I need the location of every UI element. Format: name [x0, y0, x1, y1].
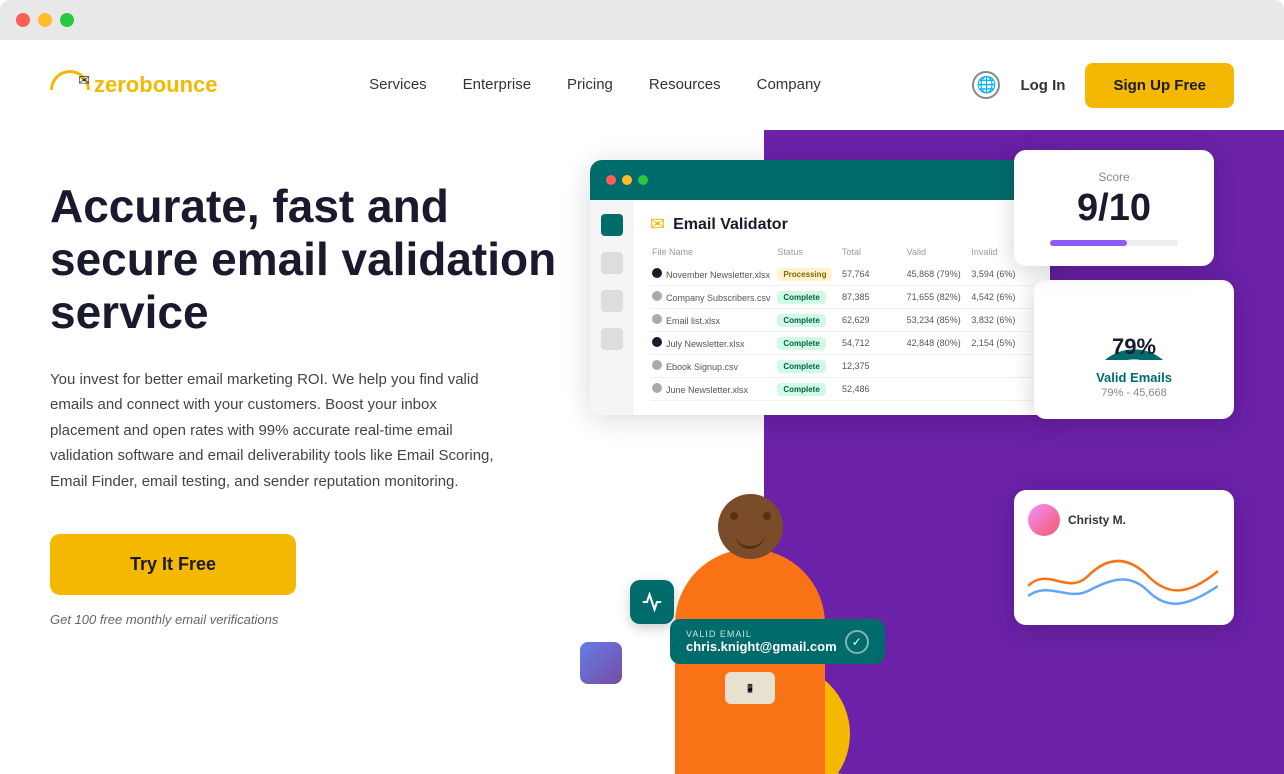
- globe-icon[interactable]: 🌐: [972, 71, 1000, 99]
- navbar: ✉ zerobounce Services Enterprise Pricing…: [0, 40, 1284, 130]
- gauge-text: 79%: [1084, 334, 1184, 360]
- valid-email-tag: VALID EMAIL chris.knight@gmail.com ✓: [670, 619, 885, 664]
- valid-emails-label: Valid Emails: [1054, 370, 1214, 385]
- person-head: [718, 494, 783, 559]
- signup-button[interactable]: Sign Up Free: [1085, 63, 1234, 108]
- wave-card: Christy M.: [1014, 490, 1234, 625]
- nav-links: Services Enterprise Pricing Resources Co…: [369, 76, 821, 94]
- close-button[interactable]: [16, 13, 30, 27]
- try-free-button[interactable]: Try It Free: [50, 534, 296, 595]
- hero-right: Score 9/10: [570, 160, 1234, 774]
- window-dot-green: [638, 175, 648, 185]
- ev-main: ✉ Email Validator File Name Status Total…: [634, 200, 1050, 415]
- wave-avatar: Christy M.: [1028, 504, 1220, 536]
- logo-icon: ✉: [50, 70, 90, 100]
- score-label: Score: [1034, 170, 1194, 184]
- hero-description: You invest for better email marketing RO…: [50, 367, 510, 495]
- score-card: Score 9/10: [1014, 150, 1214, 266]
- sidebar-icon-1: [601, 214, 623, 236]
- nav-company[interactable]: Company: [757, 76, 821, 93]
- table-row: Ebook Signup.csv Complete 12,375: [650, 355, 1034, 378]
- email-validator-card: ✉ Email Validator File Name Status Total…: [590, 160, 1050, 415]
- score-bar: [1050, 240, 1178, 246]
- maximize-button[interactable]: [60, 13, 74, 27]
- table-row: July Newsletter.xlsx Complete 54,712 42,…: [650, 332, 1034, 355]
- percent-card: 79% Valid Emails 79% - 45,668: [1034, 280, 1234, 419]
- window-dot-red: [606, 175, 616, 185]
- purple-wave-decoration: [1034, 674, 1234, 774]
- table-header: File Name Status Total Valid Invalid: [650, 247, 1034, 257]
- nav-right: 🌐 Log In Sign Up Free: [972, 63, 1234, 108]
- score-value: 9/10: [1034, 188, 1194, 230]
- hero-left: Accurate, fast and secure email validati…: [50, 160, 570, 629]
- valid-check-icon: ✓: [845, 630, 869, 654]
- hero-title: Accurate, fast and secure email validati…: [50, 180, 570, 339]
- ev-sidebar: [590, 200, 634, 415]
- nav-pricing[interactable]: Pricing: [567, 76, 613, 93]
- sidebar-icon-4: [601, 328, 623, 350]
- table-row: June Newsletter.xlsx Complete 52,486: [650, 378, 1034, 401]
- logo-plane-icon: ✉: [78, 72, 90, 89]
- table-row: Email list.xlsx Complete 62,629 53,234 (…: [650, 309, 1034, 332]
- wave-chart: [1028, 546, 1218, 606]
- table-row: November Newsletter.xlsx Processing 57,7…: [650, 263, 1034, 286]
- envelope-icon: ✉: [650, 214, 665, 235]
- ev-title: Email Validator: [673, 216, 788, 234]
- free-note: Get 100 free monthly email verifications: [50, 612, 278, 627]
- website: ✉ zerobounce Services Enterprise Pricing…: [0, 40, 1284, 774]
- nav-resources[interactable]: Resources: [649, 76, 721, 93]
- avatar-image: [1028, 504, 1060, 536]
- score-bar-fill: [1050, 240, 1127, 246]
- profile-thumbnail: [580, 642, 622, 684]
- logo[interactable]: ✉ zerobounce: [50, 70, 217, 100]
- nav-services[interactable]: Services: [369, 76, 427, 93]
- card-header: [590, 160, 1050, 200]
- hero-section: Accurate, fast and secure email validati…: [0, 130, 1284, 774]
- card-body: ✉ Email Validator File Name Status Total…: [590, 200, 1050, 415]
- person-name: Christy M.: [1068, 513, 1126, 527]
- ev-title-row: ✉ Email Validator: [650, 214, 1034, 235]
- window-dot-yellow: [622, 175, 632, 185]
- sidebar-icon-3: [601, 290, 623, 312]
- logo-text: zerobounce: [94, 72, 217, 98]
- sidebar-icon-2: [601, 252, 623, 274]
- nav-enterprise[interactable]: Enterprise: [463, 76, 531, 93]
- browser-chrome: [0, 0, 1284, 40]
- minimize-button[interactable]: [38, 13, 52, 27]
- gauge-container: 79%: [1084, 300, 1184, 360]
- valid-emails-sub: 79% - 45,668: [1054, 387, 1214, 399]
- table-row: Company Subscribers.csv Complete 87,385 …: [650, 286, 1034, 309]
- login-button[interactable]: Log In: [1020, 77, 1065, 94]
- valid-email-content: VALID EMAIL chris.knight@gmail.com: [686, 629, 837, 654]
